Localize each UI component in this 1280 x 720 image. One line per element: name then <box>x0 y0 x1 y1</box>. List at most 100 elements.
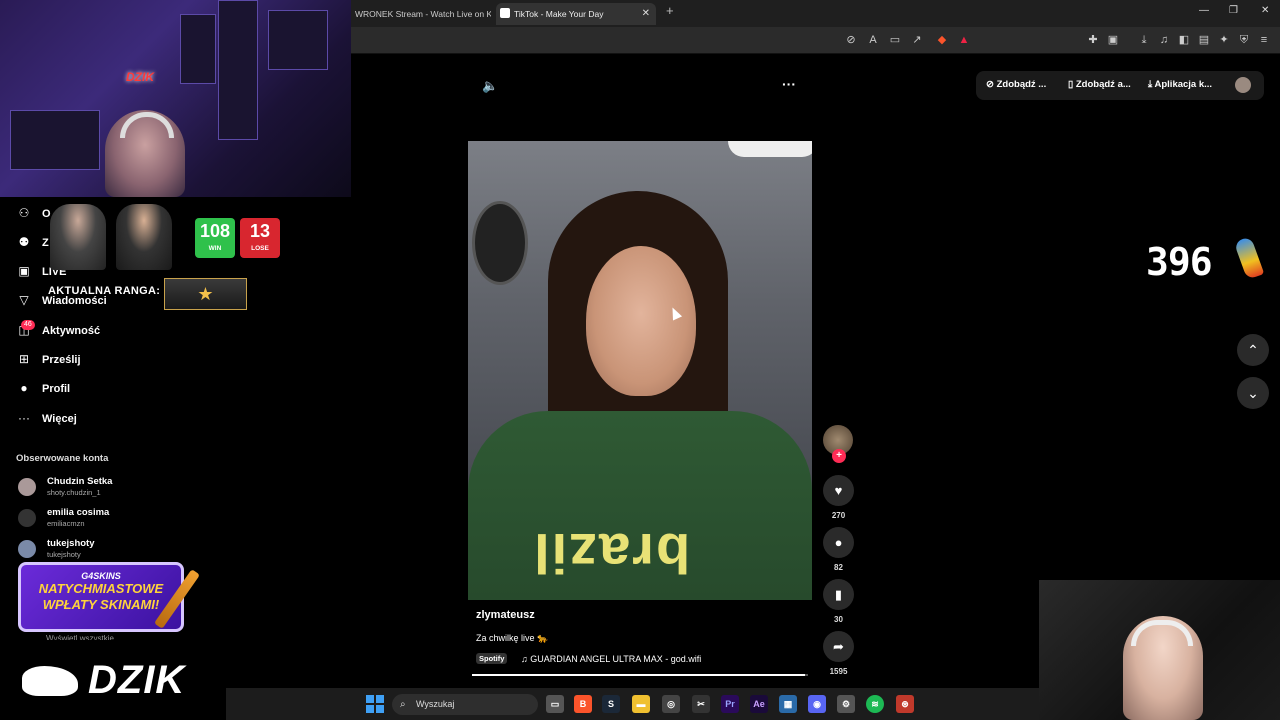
monitor <box>10 110 100 170</box>
video-player[interactable]: brazil <box>468 141 812 600</box>
extensions-icon[interactable]: ✚ <box>1086 33 1100 47</box>
follow-plus-icon[interactable]: + <box>832 449 846 463</box>
send-icon: ▽ <box>19 293 29 307</box>
comment-icon: ● <box>834 535 843 550</box>
chevron-up-icon: ⌃ <box>1247 342 1259 358</box>
chrome-icon[interactable]: ◎ <box>662 695 680 713</box>
capcut-icon[interactable]: ✂ <box>692 695 710 713</box>
wallet-icon[interactable]: ▤ <box>1197 33 1211 47</box>
tab-wronek[interactable]: WRONEK Stream - Watch Live on Kick <box>351 3 491 25</box>
share-icon[interactable]: ↗ <box>910 33 924 47</box>
spotify-badge[interactable]: Spotify <box>476 653 508 664</box>
followed-accounts-title: Obserwowane konta <box>16 453 109 464</box>
file-explorer-icon[interactable]: ▬ <box>632 695 650 713</box>
profile-avatar[interactable] <box>1235 77 1251 93</box>
search-icon: ⌕ <box>400 699 406 710</box>
win-count: 108 <box>199 221 231 241</box>
vpn-icon[interactable]: ⛨ <box>1237 33 1251 47</box>
brave-browser-icon[interactable]: B <box>574 695 592 713</box>
share-button[interactable]: ➦ <box>823 631 854 662</box>
dzik-logo-text: DZIK <box>88 658 186 702</box>
settings-gear-icon[interactable]: ⚙ <box>837 695 855 713</box>
video-author[interactable]: zlymateusz <box>476 609 535 621</box>
taskbar-search[interactable]: ⌕ Wyszukaj <box>392 694 538 715</box>
streamer-webcam: DZIK <box>0 0 351 197</box>
premiere-icon[interactable]: Pr <box>721 695 739 713</box>
stream-counter: 396 <box>1146 240 1213 284</box>
get-app-button[interactable]: ▯ Zdobądź a... <box>1068 79 1131 90</box>
avatar <box>18 509 36 527</box>
music-link[interactable]: ♫ GUARDIAN ANGEL ULTRA MAX - god.wifi <box>521 654 701 664</box>
win-label: WIN <box>208 245 222 252</box>
video-progress-fill <box>472 674 805 676</box>
sidebar-item-more[interactable]: ··· Więcej <box>16 408 77 428</box>
users-icon: ⚉ <box>18 235 30 249</box>
promo-line-2: WPŁATY SKINAMI! <box>42 597 160 612</box>
translate-icon[interactable]: A <box>866 33 880 47</box>
reader-icon[interactable]: ⊘ <box>844 33 858 47</box>
close-window-icon[interactable]: ✕ <box>1261 5 1269 16</box>
after-effects-icon[interactable]: Ae <box>750 695 768 713</box>
promo-line-1: NATYCHMIASTOWE <box>38 581 164 596</box>
dzik-logo: DZIK <box>0 640 226 720</box>
bull-icon <box>22 666 78 696</box>
person-right <box>116 204 172 270</box>
sidebar-item-z[interactable]: ⚉ Z <box>16 232 49 252</box>
previous-video-button[interactable]: ⌃ <box>1237 334 1269 366</box>
save-button[interactable]: ▮ <box>823 579 854 610</box>
brave-shield-icon[interactable]: ◆ <box>935 33 949 47</box>
coin-icon: ⊘ <box>986 79 997 90</box>
save-count: 30 <box>834 615 843 624</box>
sound-icon[interactable]: 🔈 <box>482 78 498 94</box>
close-tab-icon[interactable]: ✕ <box>642 3 650 25</box>
brave-rewards-icon[interactable]: ▲ <box>957 33 971 47</box>
restore-icon[interactable]: ❐ <box>1229 5 1238 16</box>
new-tab-icon[interactable]: + <box>666 3 674 18</box>
sidebar-item-profile[interactable]: ● Profil <box>16 378 70 398</box>
ceiling-lamp <box>728 141 812 157</box>
desktop-app-button[interactable]: ⤓ Aplikacja k... <box>1148 79 1212 90</box>
leo-icon[interactable]: ✦ <box>1217 33 1231 47</box>
spotify-icon[interactable]: ≋ <box>866 695 884 713</box>
menu-icon[interactable]: ≡ <box>1257 33 1271 47</box>
download-icon[interactable]: ⤓ <box>1137 33 1151 47</box>
music-note-icon: ♫ <box>521 654 531 664</box>
get-coins-button[interactable]: ⊘ Zdobądź ... <box>986 79 1046 90</box>
top-actions-bar: ⊘ Zdobądź ... ▯ Zdobądź a... ⤓ Aplikacja… <box>976 71 1264 100</box>
comment-button[interactable]: ● <box>823 527 854 558</box>
tabs-icon[interactable]: ▣ <box>1106 33 1120 47</box>
account-handle: emiliacmzn <box>47 519 85 528</box>
lose-count: 13 <box>249 221 271 241</box>
share-count: 1595 <box>829 667 848 676</box>
streamer-webcam-2 <box>1039 580 1280 720</box>
tab-tiktok[interactable]: TikTok - Make Your Day ✕ <box>496 3 656 25</box>
activity-badge: 46 <box>21 320 35 330</box>
win-counter: 108 WIN <box>195 218 235 258</box>
plus-square-icon: ⊞ <box>18 352 30 366</box>
wall-clock <box>472 201 528 285</box>
sidebar-icon[interactable]: ◧ <box>1177 33 1191 47</box>
avatar <box>18 540 36 558</box>
steam-icon[interactable]: S <box>602 695 620 713</box>
tv-icon: ▣ <box>18 264 30 278</box>
photos-icon[interactable]: ▦ <box>779 695 797 713</box>
like-count: 270 <box>831 511 846 520</box>
account-name: Chudzin Setka <box>47 476 113 487</box>
like-button[interactable]: ♥ <box>823 475 854 506</box>
next-video-button[interactable]: ⌄ <box>1237 377 1269 409</box>
obs-icon[interactable]: ⊛ <box>896 695 914 713</box>
windows-start-icon[interactable] <box>366 695 384 713</box>
discord-icon[interactable]: ◉ <box>808 695 826 713</box>
account-handle: tukejshoty <box>47 550 81 559</box>
sidebar-item-upload[interactable]: ⊞ Prześlij <box>16 349 81 369</box>
person-left <box>50 204 106 270</box>
browser-tab-bar: WRONEK Stream - Watch Live on Kick TikTo… <box>351 0 1280 27</box>
chevron-down-icon: ⌄ <box>1247 385 1259 401</box>
minimize-icon[interactable]: — <box>1199 5 1209 16</box>
music-icon[interactable]: ♫ <box>1157 33 1171 47</box>
task-view-icon[interactable]: ▭ <box>546 695 564 713</box>
screen-icon[interactable]: ▭ <box>888 33 902 47</box>
more-options-icon[interactable]: ··· <box>782 76 796 92</box>
video-progress-bar[interactable] <box>472 674 808 676</box>
parrot-icon <box>1233 236 1265 280</box>
